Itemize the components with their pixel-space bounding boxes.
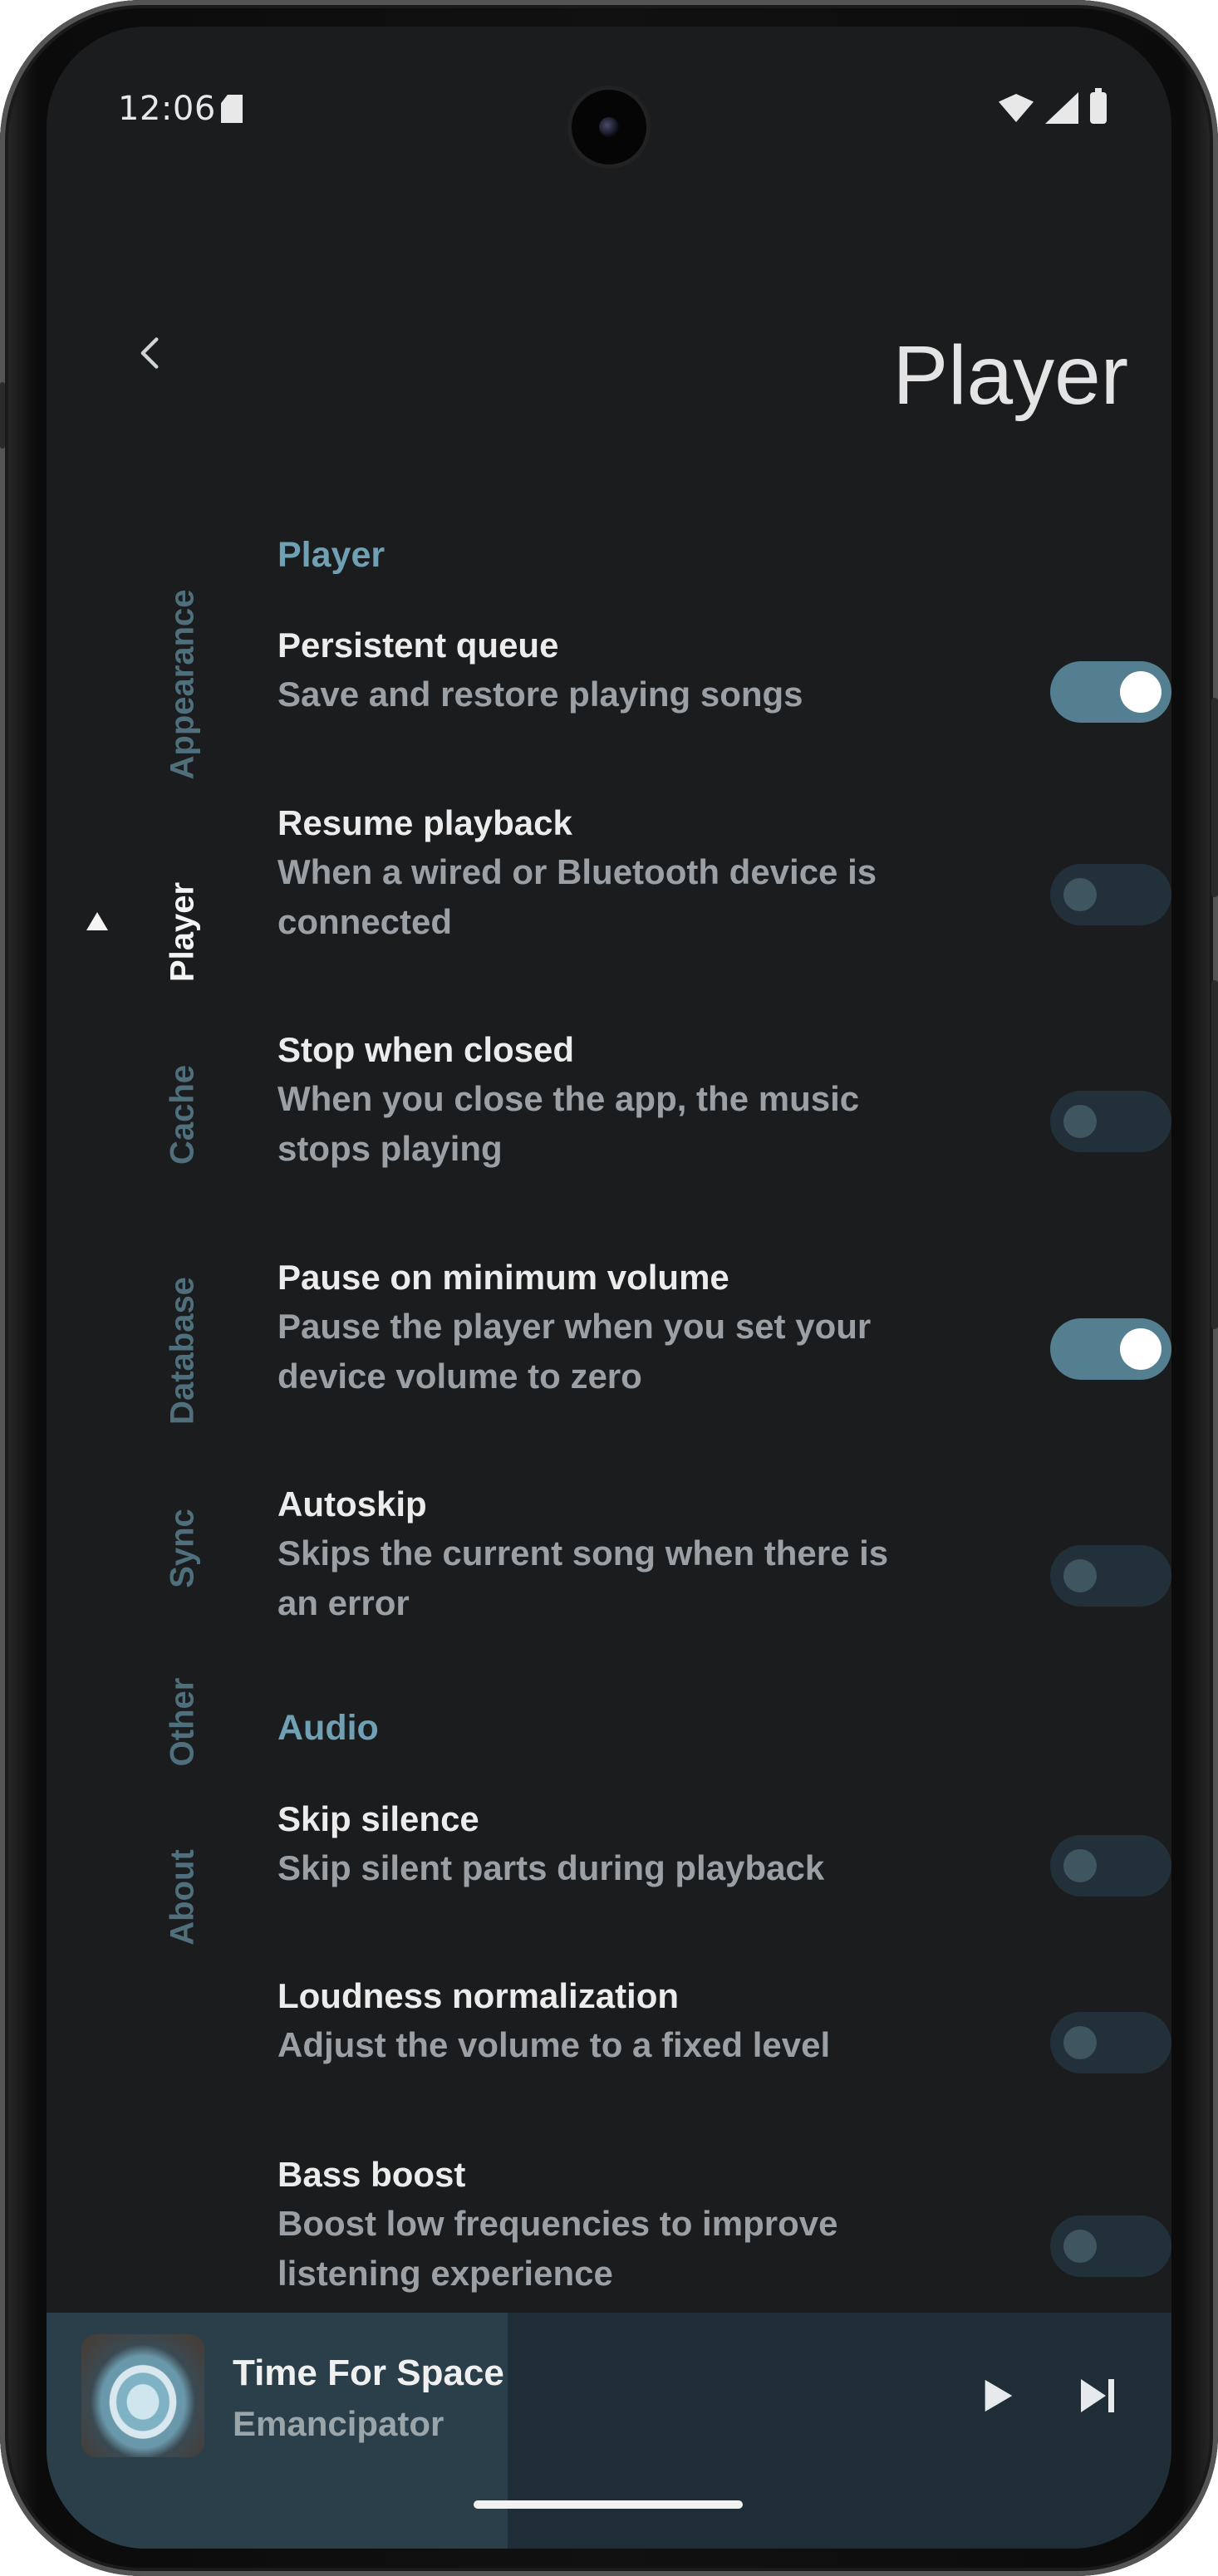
page-title: Player [892,329,1128,422]
skip-next-icon [1081,2379,1114,2412]
setting-title: Autoskip [277,1484,427,1524]
setting-title: Resume playback [277,803,572,842]
toggle-switch[interactable] [1050,661,1171,723]
setting-skip-silence[interactable]: Skip silence Skip silent parts during pl… [277,1795,1171,1896]
back-button[interactable] [113,316,188,390]
nav-item-other[interactable]: Other [165,1678,202,1767]
wifi-icon [999,94,1034,122]
cellular-icon [1045,92,1078,124]
setting-loudness-normalization[interactable]: Loudness normalization Adjust the volume… [277,1972,1171,2073]
front-camera [572,90,646,164]
setting-persistent-queue[interactable]: Persistent queue Save and restore playin… [277,621,1171,723]
chevron-left-icon [140,337,159,369]
toggle-knob [1063,1105,1097,1138]
status-icons [999,88,1107,126]
setting-stop-when-closed[interactable]: Stop when closed When you close the app,… [277,1026,1171,1174]
nav-item-appearance[interactable]: Appearance [165,590,202,780]
setting-title: Pause on minimum volume [277,1258,729,1297]
play-icon [985,2379,1013,2412]
toggle-knob [1063,2026,1097,2059]
setting-pause-on-minimum-volume[interactable]: Pause on minimum volume Pause the player… [277,1254,1171,1401]
track-title: Time For Space [233,2353,504,2393]
setting-title: Bass boost [277,2155,466,2194]
toggle-knob [1063,1559,1097,1592]
setting-description: When a wired or Bluetooth device is conn… [277,852,877,941]
setting-description: Skip silent parts during playback [277,1848,825,1887]
mini-player[interactable]: Time For Space Emancipator [47,2313,1171,2549]
toggle-switch[interactable] [1050,2012,1171,2073]
setting-title: Skip silence [277,1799,479,1838]
play-button[interactable] [969,2363,1027,2429]
sd-card-icon [221,95,243,123]
active-indicator-icon [86,912,108,930]
toggle-knob [1063,1849,1097,1882]
battery-icon [1090,88,1107,124]
nav-item-database[interactable]: Database [165,1277,202,1425]
power-button [1211,698,1218,897]
left-side-button [0,382,5,449]
nav-item-player[interactable]: Player [165,882,202,982]
setting-description: Boost low frequencies to improve listeni… [277,2204,838,2293]
toggle-knob [1120,1328,1162,1370]
toggle-switch[interactable] [1050,1545,1171,1607]
nav-item-cache[interactable]: Cache [165,1065,202,1165]
status-time: 12:06 [118,90,216,128]
setting-description: Save and restore playing songs [277,675,803,714]
toggle-switch[interactable] [1050,1835,1171,1896]
track-artist: Emancipator [233,2404,444,2443]
toggle-knob [1063,878,1097,911]
toggle-switch[interactable] [1050,864,1171,925]
toggle-switch[interactable] [1050,2215,1171,2277]
setting-title: Stop when closed [277,1030,575,1069]
setting-description: Pause the player when you set your devic… [277,1307,872,1396]
nav-item-sync[interactable]: Sync [165,1509,202,1588]
setting-resume-playback[interactable]: Resume playback When a wired or Bluetoot… [277,799,1171,947]
toggle-switch[interactable] [1050,1318,1171,1380]
setting-title: Persistent queue [277,626,559,665]
skip-next-button[interactable] [1068,2363,1127,2429]
setting-autoskip[interactable]: Autoskip Skips the current song when the… [277,1480,1171,1628]
section-title-player: Player [277,535,386,575]
setting-description: Adjust the volume to a fixed level [277,2025,831,2064]
home-indicator[interactable] [474,2500,743,2509]
setting-title: Loudness normalization [277,1976,680,2015]
toggle-knob [1063,2230,1097,2263]
setting-description: Skips the current song when there is an … [277,1533,889,1622]
screen: 12:06 Player Appearance Player Cache Dat… [47,27,1171,2549]
volume-button [1211,980,1218,1329]
setting-bass-boost[interactable]: Bass boost Boost low frequencies to impr… [277,2151,1171,2299]
album-art[interactable] [81,2334,204,2457]
toggle-knob [1120,671,1162,713]
toggle-switch[interactable] [1050,1091,1171,1152]
setting-description: When you close the app, the music stops … [277,1079,860,1168]
section-title-audio: Audio [277,1708,379,1748]
nav-item-about[interactable]: About [165,1849,202,1945]
